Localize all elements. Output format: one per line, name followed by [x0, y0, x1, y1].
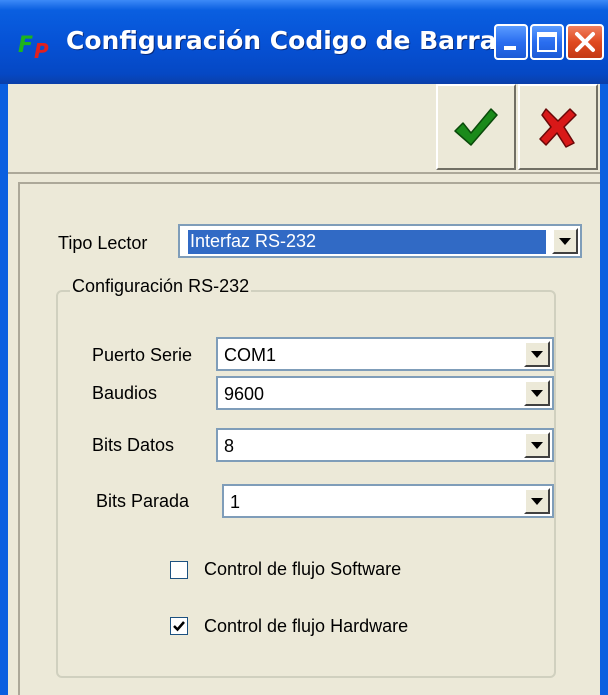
stop-bits-label: Bits Parada	[96, 491, 190, 511]
reader-type-select[interactable]: Interfaz RS-232	[178, 224, 582, 258]
stop-bits-select[interactable]: 1	[222, 484, 554, 518]
close-button[interactable]	[566, 24, 604, 60]
maximize-icon	[537, 32, 557, 52]
chevron-down-icon[interactable]	[524, 432, 550, 458]
checkmark-icon	[454, 108, 498, 146]
reader-type-label: Tipo Lector	[58, 233, 148, 253]
close-icon	[575, 32, 595, 52]
software-flow-checkbox[interactable]	[170, 561, 188, 579]
reader-type-value: Interfaz RS-232	[187, 229, 547, 255]
chevron-down-icon[interactable]	[552, 228, 578, 254]
data-bits-label: Bits Datos	[92, 435, 175, 455]
serial-port-label: Puerto Serie	[92, 345, 193, 365]
window-title: Configuración Codigo de Barras	[66, 26, 512, 55]
minimize-icon	[504, 46, 516, 50]
app-icon: F P	[18, 30, 62, 63]
accept-button[interactable]	[436, 84, 516, 170]
stop-bits-value: 1	[230, 492, 241, 512]
rs232-group-title: Configuración RS-232	[70, 276, 252, 297]
chevron-down-icon[interactable]	[524, 341, 550, 367]
x-icon	[539, 108, 577, 148]
software-flow-label: Control de flujo Software	[204, 559, 402, 579]
checkmark-icon	[173, 621, 185, 632]
window-border-left	[0, 84, 8, 695]
svg-text:F: F	[18, 33, 33, 58]
baud-select[interactable]: 9600	[216, 376, 554, 410]
data-bits-value: 8	[224, 436, 235, 456]
chevron-down-icon[interactable]	[524, 488, 550, 514]
minimize-button[interactable]	[494, 24, 528, 60]
maximize-button[interactable]	[530, 24, 564, 60]
baud-label: Baudios	[92, 383, 158, 403]
serial-port-value: COM1	[224, 345, 277, 365]
cancel-button[interactable]	[518, 84, 598, 170]
hardware-flow-label: Control de flujo Hardware	[204, 616, 409, 636]
chevron-down-icon[interactable]	[524, 380, 550, 406]
data-bits-select[interactable]: 8	[216, 428, 554, 462]
serial-port-select[interactable]: COM1	[216, 337, 554, 371]
hardware-flow-checkbox[interactable]	[170, 617, 188, 635]
baud-value: 9600	[224, 384, 265, 404]
svg-text:P: P	[34, 39, 49, 60]
window-border-right	[600, 84, 608, 695]
